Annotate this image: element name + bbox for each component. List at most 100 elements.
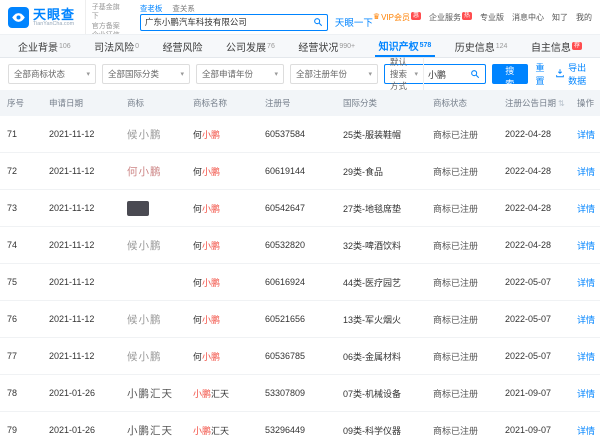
cell-trademark: 小鹏汇天 <box>120 423 186 438</box>
filter-dropdown-0[interactable]: 全部商标状态 ▾ <box>8 64 96 84</box>
name-highlight: 小鹏 <box>193 425 212 436</box>
cell-trademark: 候小鹏 <box>120 349 186 364</box>
cell-trademark: 候小鹏 <box>120 127 186 142</box>
detail-link[interactable]: 详情 <box>577 352 595 362</box>
cell-trademark: 候小鹏 <box>120 312 186 327</box>
topbar-link-4[interactable]: 知了 <box>552 12 568 23</box>
eye-logo-icon <box>8 6 29 28</box>
trademark-image <box>127 200 149 216</box>
topbar-link-3[interactable]: 消息中心 <box>512 12 544 23</box>
nav-tab-label: 公司发展 <box>226 42 267 54</box>
cell-status: 商标已注册 <box>433 388 479 399</box>
cell-status: 商标已注册 <box>433 425 479 436</box>
detail-link[interactable]: 详情 <box>577 315 595 325</box>
detail-link[interactable]: 详情 <box>577 204 595 214</box>
search-area: 查老板查关系 天眼一下 <box>139 3 373 31</box>
logo[interactable]: 天眼查 TianYanCha.com <box>8 6 79 28</box>
table-header: 序号 申请日期 商标 商标名称 注册号 国际分类 商标状态 注册公告日期 ⇅ 操作 <box>0 90 600 116</box>
detail-link[interactable]: 详情 <box>577 130 595 140</box>
nav-tab-6[interactable]: 历史信息 124 <box>451 35 512 57</box>
column-header-5: 国际分类 <box>336 97 426 109</box>
cell-apply-date: 2021-01-26 <box>49 425 96 435</box>
detail-link[interactable]: 详情 <box>577 278 595 288</box>
nav-tab-label: 司法风险 <box>94 42 135 54</box>
cell-status: 商标已注册 <box>433 277 479 288</box>
nav-tab-count: 578 <box>419 41 432 49</box>
cell-action: 详情 <box>570 165 600 178</box>
nav-tab-0[interactable]: 企业背景 106 <box>14 35 75 57</box>
export-data-link[interactable]: 导出数据 <box>555 61 592 87</box>
cell-pub-date: 2022-04-28 <box>505 203 552 213</box>
topbar-link-0[interactable]: ♛ VIP会员惠 <box>373 11 421 23</box>
topbar-link-label: 知了 <box>552 12 568 22</box>
cell-status: 商标已注册 <box>433 314 479 325</box>
topbar-link-5[interactable]: 我的 <box>576 12 592 23</box>
column-header-0: 序号 <box>0 97 42 109</box>
filter-dropdown-3[interactable]: 全部注册年份 ▾ <box>290 64 378 84</box>
slogan-line-1: 国家中小企业发展子基金旗下 <box>91 0 120 21</box>
table-row: 73 2021-11-12 何小鹏 60542647 27类-地毯席垫 商标已注册 2022… <box>0 190 600 227</box>
nav-tab-5[interactable]: 知识产权 578 <box>374 35 436 57</box>
name-text: 何 <box>193 240 203 251</box>
search-tab-0[interactable]: 查老板 <box>140 3 163 14</box>
cell-action: 详情 <box>570 202 600 215</box>
search-button[interactable]: 搜索 <box>491 64 528 89</box>
topbar-link-2[interactable]: 专业版 <box>480 12 504 23</box>
nav-tab-label: 经营状况 <box>298 42 339 54</box>
search-mode-select[interactable]: 默认搜索方式 ▾ <box>390 56 424 92</box>
filter-dropdowns: 全部商标状态 ▾ 全部国际分类 ▾ 全部申请年份 ▾ 全部注册年份 ▾ <box>8 64 378 84</box>
detail-link[interactable]: 详情 <box>577 426 595 436</box>
detail-link[interactable]: 详情 <box>577 241 595 251</box>
nav-tab-1[interactable]: 司法风险 0 <box>90 35 143 57</box>
topbar-link-1[interactable]: 企业服务热 <box>429 11 472 23</box>
name-highlight: 小鹏 <box>193 388 212 399</box>
name-text: 何 <box>193 314 203 325</box>
logo-text: 天眼查 <box>33 6 76 22</box>
table-row: 74 2021-11-12 候小鹏 何小鹏 60532820 32类-啤酒饮料 商标已注册 2… <box>0 227 600 264</box>
nav-tab-2[interactable]: 经营风险 <box>159 35 207 57</box>
filter-dropdown-1[interactable]: 全部国际分类 ▾ <box>102 64 190 84</box>
keyword-search-icon[interactable] <box>470 69 480 79</box>
detail-link[interactable]: 详情 <box>577 389 595 399</box>
search-tab-1[interactable]: 查关系 <box>172 3 195 14</box>
cell-intl-class: 07类-机械设备 <box>343 388 402 399</box>
nav-tab-4[interactable]: 经营状况 990+ <box>294 35 359 57</box>
cell-registration-no: 60542647 <box>265 203 306 213</box>
cell-registration-no: 60616924 <box>265 277 306 287</box>
detail-link[interactable]: 详情 <box>577 167 595 177</box>
cell-status: 商标已注册 <box>433 240 479 251</box>
name-highlight: 小鹏 <box>202 277 221 288</box>
company-search-input[interactable] <box>144 17 313 27</box>
topbar-link-label: 消息中心 <box>512 12 544 22</box>
trademark-image: 小鹏汇天 <box>127 424 173 437</box>
chevron-down-icon: ▾ <box>368 71 372 78</box>
cell-apply-date: 2021-11-12 <box>49 166 95 176</box>
topbar-link-label: VIP会员 <box>381 12 410 22</box>
cell-intl-class: 44类-医疗园艺 <box>343 277 402 288</box>
keyword-input[interactable] <box>427 69 466 79</box>
chevron-down-icon: ▾ <box>180 71 184 78</box>
column-header-label: 国际分类 <box>343 98 378 108</box>
cell-trademark-name: 何小鹏 <box>186 313 258 326</box>
cell-pub-date: 2021-09-07 <box>505 388 552 398</box>
cell-seq: 77 <box>7 351 18 361</box>
cell-seq: 71 <box>7 129 18 139</box>
logo-subtext: TianYanCha.com <box>33 20 75 27</box>
reset-button[interactable]: 重置 <box>536 61 550 87</box>
cell-registration-no: 60521656 <box>265 314 306 324</box>
column-header-6: 商标状态 <box>426 97 498 109</box>
nav-tab-3[interactable]: 公司发展 76 <box>222 35 279 57</box>
name-text: 何 <box>193 277 203 288</box>
topbar-link-label: 专业版 <box>480 12 504 22</box>
search-submit-link[interactable]: 天眼一下 <box>335 15 373 29</box>
nav-tab-7[interactable]: 自主信息荐 <box>527 35 586 57</box>
column-header-7: 注册公告日期 ⇅ <box>498 97 570 109</box>
trademark-image: 候小鹏 <box>127 128 162 141</box>
filter-dropdown-2[interactable]: 全部申请年份 ▾ <box>196 64 284 84</box>
sort-icon[interactable]: ⇅ <box>558 99 565 108</box>
search-icon[interactable] <box>313 17 323 27</box>
cell-apply-date: 2021-11-12 <box>49 203 95 213</box>
chevron-down-icon: ▾ <box>274 71 278 78</box>
cell-status: 商标已注册 <box>433 166 479 177</box>
cell-seq: 74 <box>7 240 18 250</box>
